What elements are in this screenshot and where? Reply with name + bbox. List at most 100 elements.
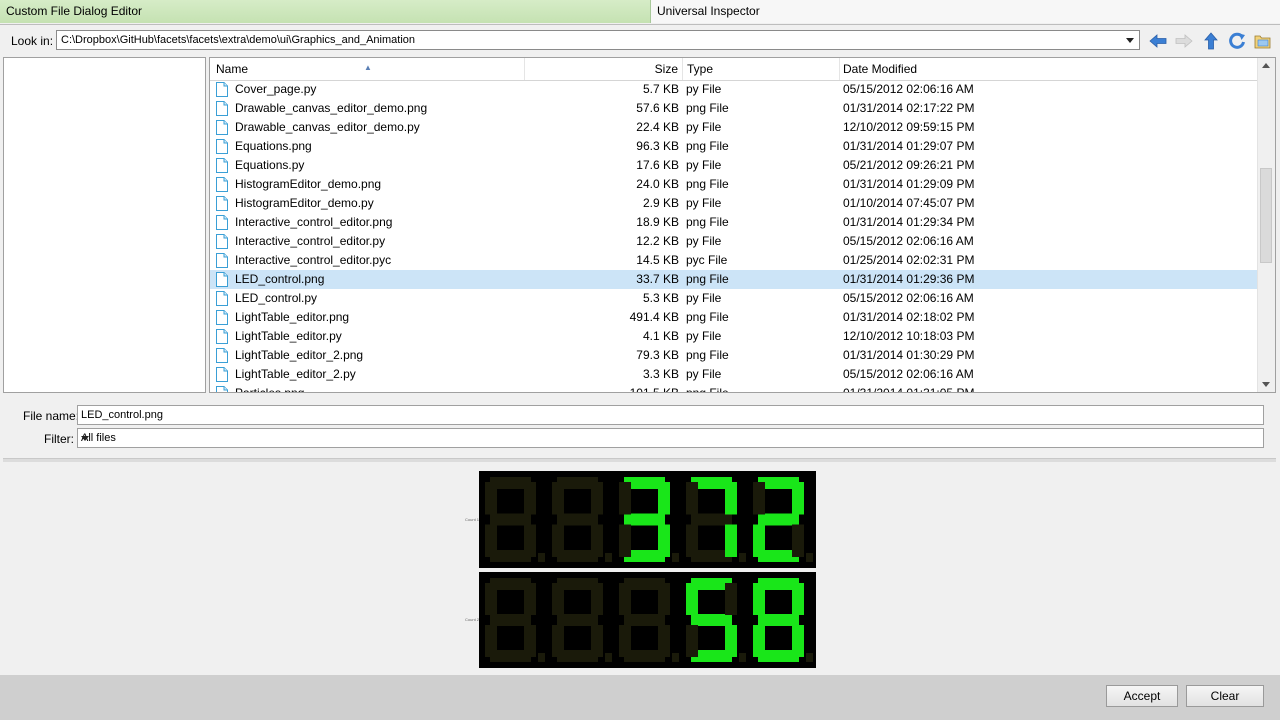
file-row[interactable]: Equations.py 17.6 KB py File 05/21/2012 09:…: [210, 156, 1259, 175]
led-decimal-point: [739, 653, 746, 662]
led-segment: [686, 482, 698, 515]
file-date-modified: 05/15/2012 02:06:16 AM: [843, 234, 974, 248]
file-list[interactable]: Name ▲ Size Type Date Modified Cover_pag…: [209, 57, 1276, 393]
led-segment: [658, 625, 670, 657]
file-date-modified: 01/31/2014 01:29:34 PM: [843, 215, 975, 229]
forward-arrow-icon[interactable]: [1174, 31, 1194, 51]
accept-button[interactable]: Accept: [1106, 685, 1178, 707]
tab-custom-file-dialog-editor[interactable]: Custom File Dialog Editor: [0, 0, 651, 23]
file-row[interactable]: Drawable_canvas_editor_demo.png 57.6 KB pn…: [210, 99, 1259, 118]
led-segment: [557, 614, 598, 626]
file-type: png File: [686, 215, 729, 229]
image-preview: Count 1 Count 2: [3, 462, 1276, 674]
led-segment: [552, 583, 564, 615]
file-name-input[interactable]: LED_control.png: [77, 405, 1264, 425]
file-name: Particles.png: [235, 386, 305, 393]
file-row[interactable]: Interactive_control_editor.png 18.9 KB png…: [210, 213, 1259, 232]
file-type: png File: [686, 139, 729, 153]
file-date-modified: 01/31/2014 01:29:09 PM: [843, 177, 975, 191]
file-icon: [216, 215, 228, 230]
sort-ascending-icon: ▲: [364, 63, 372, 72]
led-segment: [658, 583, 670, 615]
file-row[interactable]: LightTable_editor_2.png 79.3 KB png File 01…: [210, 346, 1259, 365]
led-segment: [686, 625, 698, 657]
file-name: Interactive_control_editor.py: [235, 234, 386, 248]
led-segment: [552, 482, 564, 515]
file-name: Equations.png: [235, 139, 312, 153]
led-segment: [725, 524, 737, 557]
refresh-icon[interactable]: [1227, 31, 1247, 51]
led-segment: [490, 513, 531, 526]
led-segment: [725, 482, 737, 515]
column-header-size[interactable]: Size: [525, 58, 683, 80]
clear-button[interactable]: Clear: [1186, 685, 1264, 707]
file-type: py File: [686, 329, 722, 343]
led-segment: [686, 583, 698, 615]
file-row[interactable]: Particles.png 101.5 KB png File 01/31/2014 …: [210, 384, 1259, 393]
places-sidebar[interactable]: [3, 57, 206, 393]
led-segment: [686, 524, 698, 557]
file-row[interactable]: LightTable_editor.png 491.4 KB png File 01/…: [210, 308, 1259, 327]
back-arrow-icon[interactable]: [1148, 31, 1168, 51]
file-icon: [216, 196, 228, 211]
tab-universal-inspector[interactable]: Universal Inspector: [651, 0, 1280, 23]
file-icon: [216, 367, 228, 382]
column-header-name[interactable]: Name ▲: [210, 58, 525, 80]
led-segment: [753, 625, 765, 657]
file-row[interactable]: LED_control.py 5.3 KB py File 05/15/2012 02…: [210, 289, 1259, 308]
column-header-date-modified[interactable]: Date Modified: [840, 58, 1259, 80]
led-decimal-point: [672, 553, 679, 562]
file-date-modified: 01/31/2014 01:29:07 PM: [843, 139, 975, 153]
file-icon: [216, 329, 228, 344]
led-segment: [591, 524, 603, 557]
filter-select[interactable]: All files: [77, 428, 1264, 448]
file-icon: [216, 139, 228, 154]
file-row[interactable]: LED_control.png 33.7 KB png File 01/31/2014…: [210, 270, 1259, 289]
file-row[interactable]: LightTable_editor.py 4.1 KB py File 12/10/2…: [210, 327, 1259, 346]
file-size: 18.9 KB: [636, 215, 679, 229]
file-icon: [216, 234, 228, 249]
led-decimal-point: [605, 553, 612, 562]
file-row[interactable]: HistogramEditor_demo.png 24.0 KB png File 0…: [210, 175, 1259, 194]
lookin-path-combo[interactable]: C:\Dropbox\GitHub\facets\facets\extra\de…: [56, 30, 1140, 50]
file-date-modified: 01/31/2014 01:31:05 PM: [843, 386, 975, 393]
up-arrow-icon[interactable]: [1201, 31, 1221, 51]
file-size: 2.9 KB: [642, 196, 679, 210]
led-decimal-point: [605, 653, 612, 662]
new-folder-icon[interactable]: [1253, 31, 1273, 51]
file-rows: Cover_page.py 5.7 KB py File 05/15/2012 02:…: [210, 80, 1259, 393]
file-type: png File: [686, 348, 729, 362]
scroll-down-icon[interactable]: [1262, 382, 1270, 387]
file-row[interactable]: Drawable_canvas_editor_demo.py 22.4 KB py …: [210, 118, 1259, 137]
file-icon: [216, 310, 228, 325]
scrollbar-thumb[interactable]: [1260, 168, 1272, 263]
file-row[interactable]: Cover_page.py 5.7 KB py File 05/15/2012 02:…: [210, 80, 1259, 99]
chevron-down-icon: [81, 436, 89, 441]
file-row[interactable]: Interactive_control_editor.py 12.2 KB py F…: [210, 232, 1259, 251]
file-icon: [216, 272, 228, 287]
led-segment: [753, 524, 765, 557]
file-type: pyc File: [686, 253, 728, 267]
file-size: 22.4 KB: [636, 120, 679, 134]
column-header-type[interactable]: Type: [683, 58, 840, 80]
led-segment: [485, 524, 497, 557]
filter-label: Filter:: [44, 432, 74, 446]
scroll-up-icon[interactable]: [1262, 63, 1270, 68]
file-row[interactable]: Interactive_control_editor.pyc 14.5 KB pyc…: [210, 251, 1259, 270]
file-name: Interactive_control_editor.pyc: [235, 253, 392, 267]
led-display-1-label: Count 1: [465, 517, 480, 522]
led-segment: [485, 583, 497, 615]
file-type: py File: [686, 367, 722, 381]
file-row[interactable]: HistogramEditor_demo.py 2.9 KB py File 01/1…: [210, 194, 1259, 213]
file-name: Equations.py: [235, 158, 305, 172]
file-date-modified: 12/10/2012 09:59:15 PM: [843, 120, 975, 134]
led-segment: [524, 583, 536, 615]
file-row[interactable]: LightTable_editor_2.py 3.3 KB py File 05/15…: [210, 365, 1259, 384]
file-name: Interactive_control_editor.png: [235, 215, 393, 229]
led-segment: [792, 583, 804, 615]
file-list-scrollbar[interactable]: [1257, 58, 1275, 392]
led-segment: [591, 625, 603, 657]
file-row[interactable]: Equations.png 96.3 KB png File 01/31/2014 0…: [210, 137, 1259, 156]
file-type: png File: [686, 177, 729, 191]
led-segment: [524, 482, 536, 515]
